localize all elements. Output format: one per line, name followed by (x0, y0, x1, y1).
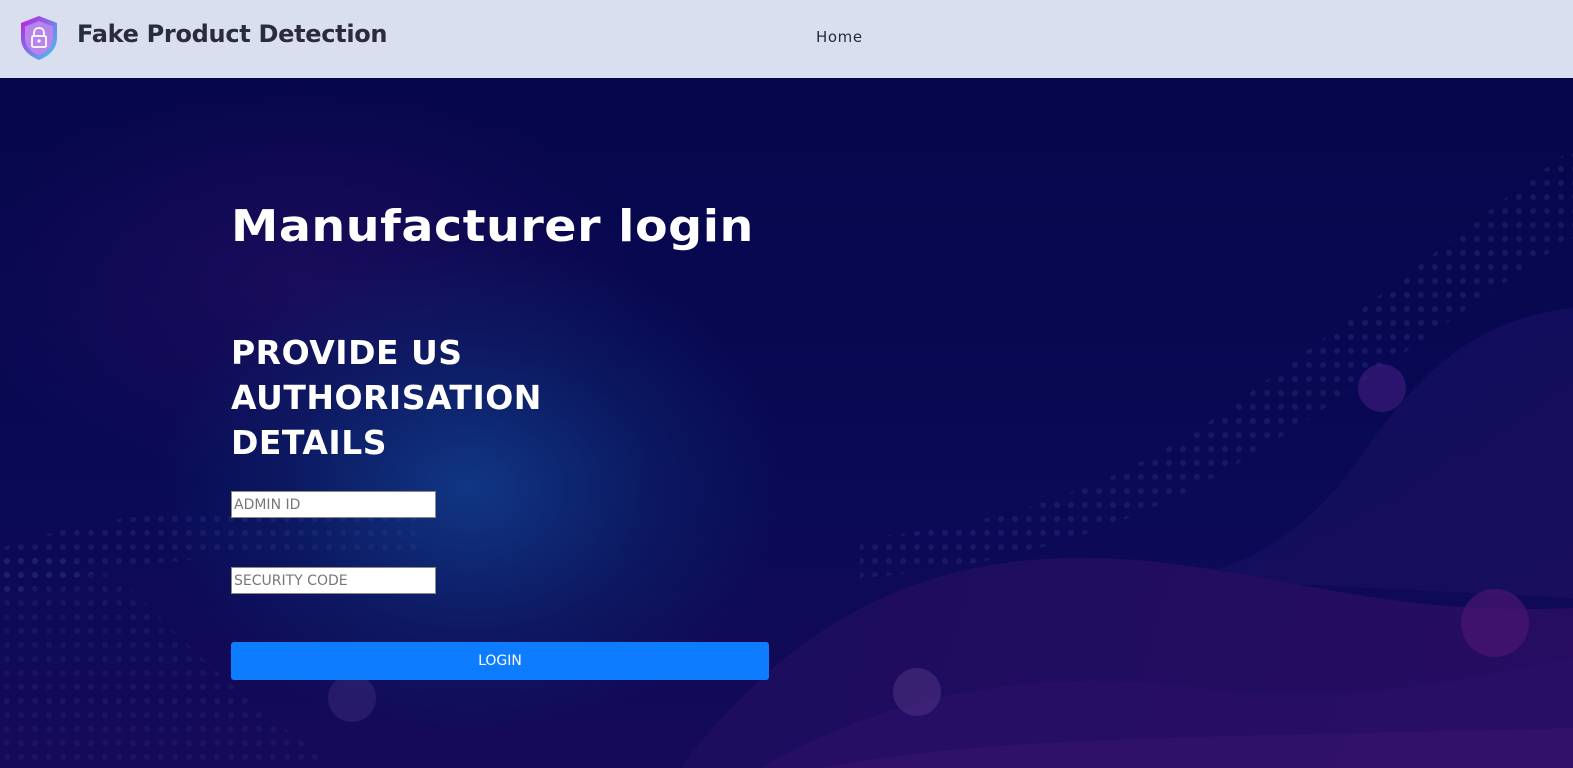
form-subtitle: PROVIDE US AUTHORISATION DETAILS (231, 333, 542, 462)
login-button[interactable]: LOGIN (231, 642, 769, 680)
admin-id-input[interactable] (231, 491, 436, 518)
navbar: Fake Product Detection Home (0, 0, 1573, 78)
brand-title[interactable]: Fake Product Detection (77, 20, 388, 48)
page-title: Manufacturer login (231, 201, 754, 252)
security-code-input[interactable] (231, 567, 436, 594)
nav-link-home[interactable]: Home (816, 28, 863, 46)
login-section: Manufacturer login PROVIDE US AUTHORISAT… (0, 78, 1573, 768)
shield-lock-icon (21, 16, 57, 60)
